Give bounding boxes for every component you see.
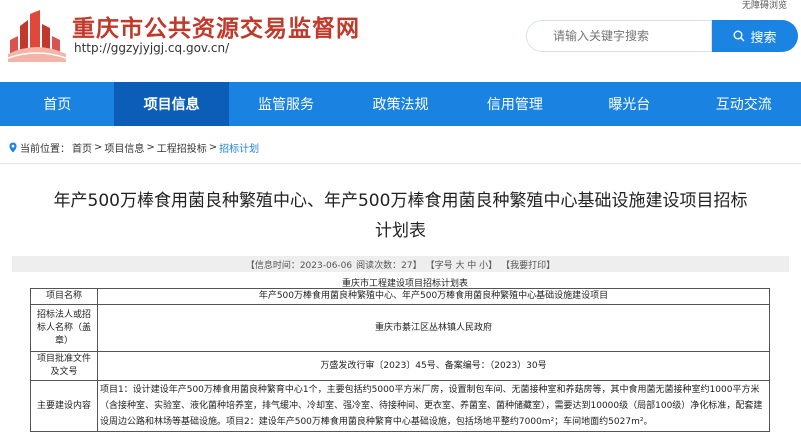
table-value: 年产500万棒食用菌良种繁殖中心、年产500万棒食用菌良种繁殖中心基础设施建设项…	[97, 288, 770, 305]
table-key: 项目批准文件及文号	[30, 351, 98, 381]
search-button-label: 搜索	[750, 30, 777, 46]
nav-item-policy[interactable]: 政策法规	[343, 82, 457, 126]
table-row: 主要建设内容 项目1：设计建设年产500万棒食用菌良种繁育中心1个，主要包括约5…	[30, 380, 770, 432]
breadcrumb-label: 当前位置：	[20, 144, 70, 155]
breadcrumb-project-info[interactable]: 项目信息	[104, 140, 144, 155]
table-row: 项目名称 年产500万棒食用菌良种繁殖中心、年产500万棒食用菌良种繁殖中心基础…	[30, 288, 770, 305]
site-title[interactable]: 重庆市公共资源交易监督网	[72, 9, 360, 43]
nav-item-project-info[interactable]: 项目信息	[114, 82, 229, 126]
article-title-line: 计划表	[375, 221, 426, 241]
search-box	[526, 20, 712, 52]
nav-item-credit[interactable]: 信用管理	[458, 82, 572, 126]
search-button[interactable]: 搜索	[712, 20, 798, 52]
search-input[interactable]	[553, 21, 703, 51]
site-logo-icon[interactable]	[8, 10, 66, 62]
main-nav: 首页 项目信息 监管服务 政策法规 信用管理 曝光台 互动交流	[0, 82, 801, 126]
breadcrumb-home[interactable]: 首页	[72, 140, 92, 155]
breadcrumb-sep: >	[146, 142, 155, 153]
table-row: 项目批准文件及文号 万盛发改行审〔2023〕45号、备案编号：（2023）30号	[30, 351, 770, 381]
table-key: 招标法人或招标人名称（盖章）	[30, 304, 98, 352]
print-link[interactable]: 【我要打印】	[501, 258, 555, 271]
view-count: 阅读次数：27】	[356, 260, 422, 271]
publish-time: 【信息时间：2023-06-06	[245, 260, 353, 271]
project-info-table: 项目名称 年产500万棒食用菌良种繁殖中心、年产500万棒食用菌良种繁殖中心基础…	[30, 288, 770, 432]
table-value: 万盛发改行审〔2023〕45号、备案编号：（2023）30号	[97, 351, 770, 381]
table-row: 招标法人或招标人名称（盖章） 重庆市綦江区丛林镇人民政府	[30, 304, 770, 352]
table-key: 项目名称	[30, 288, 98, 305]
nav-item-exposure[interactable]: 曝光台	[572, 82, 686, 126]
breadcrumb-current[interactable]: 招标计划	[219, 140, 259, 155]
article-title-line: 年产500万棒食用菌良种繁殖中心、年产500万棒食用菌良种繁殖中心基础设施建设项…	[53, 191, 748, 211]
breadcrumb-engineering[interactable]: 工程招投标	[157, 140, 207, 155]
location-pin-icon	[9, 142, 17, 153]
table-key: 主要建设内容	[30, 380, 98, 432]
nav-item-home[interactable]: 首页	[0, 82, 114, 126]
nav-item-interaction[interactable]: 互动交流	[687, 82, 801, 126]
site-header: 无障碍浏览 重庆市公共资源交易监督网 http://ggzyjyjgj.cq.g…	[0, 0, 801, 82]
site-url: http://ggzyjyjgj.cq.gov.cn/	[74, 41, 230, 55]
breadcrumb-sep: >	[94, 142, 103, 153]
article-title: 年产500万棒食用菌良种繁殖中心、年产500万棒食用菌良种繁殖中心基础设施建设项…	[12, 186, 789, 246]
font-size-control[interactable]: 【字号 大 中 小】	[426, 258, 498, 271]
table-value: 重庆市綦江区丛林镇人民政府	[97, 304, 770, 352]
search-icon	[733, 30, 745, 42]
divider	[0, 163, 801, 164]
nav-item-supervision[interactable]: 监管服务	[229, 82, 343, 126]
breadcrumb-sep: >	[208, 142, 218, 153]
breadcrumb: 当前位置： 首页 > 项目信息 > 工程招投标 > 招标计划	[8, 140, 259, 155]
accessibility-link[interactable]: 无障碍浏览	[742, 0, 787, 11]
table-value: 项目1：设计建设年产500万棒食用菌良种繁育中心1个，主要包括约5000平方米厂…	[97, 380, 770, 432]
article-meta-bar: 【信息时间：2023-06-06 阅读次数：27】 【字号 大 中 小】 【我要…	[12, 256, 789, 272]
